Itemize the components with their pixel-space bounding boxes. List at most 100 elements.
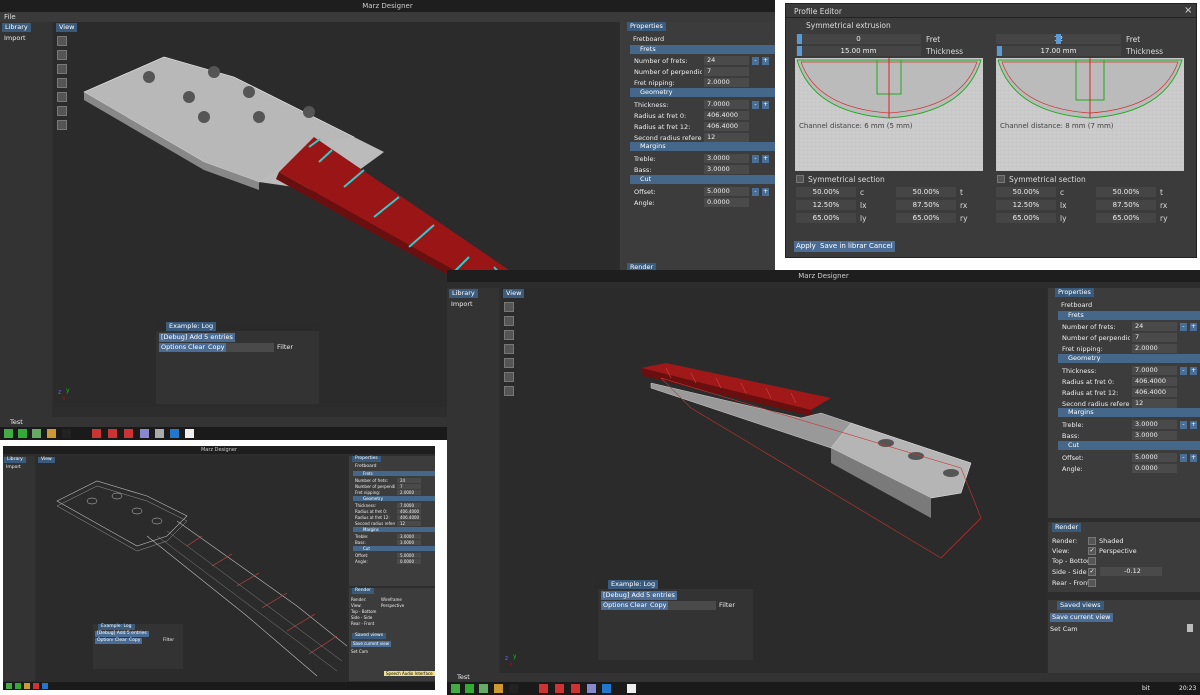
- side-side-value[interactable]: -0.12: [1100, 567, 1162, 576]
- fret-nipping-field-small[interactable]: 2.0000: [397, 490, 421, 495]
- plus-button[interactable]: +: [762, 188, 769, 196]
- log-copy-button[interactable]: Copy: [206, 343, 227, 352]
- symmetrical-section-checkbox-right[interactable]: [997, 175, 1005, 183]
- minus-button[interactable]: -: [1180, 367, 1187, 375]
- second-radius-field[interactable]: 12: [704, 133, 749, 142]
- tab-properties-small[interactable]: Properties: [352, 456, 381, 462]
- left-fret-slider[interactable]: [797, 34, 802, 44]
- tab-test-2[interactable]: Test: [457, 673, 470, 681]
- browser-icon[interactable]: [24, 683, 30, 689]
- plus-button[interactable]: +: [1190, 454, 1197, 462]
- num-frets-field-2[interactable]: 24: [1132, 322, 1177, 331]
- right-thickness-field[interactable]: 17.00 mm: [996, 46, 1121, 56]
- group-geometry-small[interactable]: Geometry: [353, 496, 435, 501]
- perspective-small[interactable]: Perspective: [381, 603, 404, 608]
- save-in-library-button[interactable]: Save in library: [818, 241, 873, 252]
- menu-file[interactable]: File: [4, 13, 16, 21]
- bass-field-2[interactable]: 3.0000: [1132, 431, 1177, 440]
- thickness-field-small[interactable]: 7.0000: [397, 503, 421, 508]
- right-profile-preview[interactable]: Channel distance: 8 mm (7 mm): [996, 58, 1184, 171]
- num-frets-field-small[interactable]: 24: [397, 478, 421, 483]
- side-side-checkbox[interactable]: ✓: [1088, 568, 1096, 576]
- offset-field-small[interactable]: 5.0000: [397, 553, 421, 558]
- plus-button[interactable]: +: [762, 155, 769, 163]
- app-icon[interactable]: [92, 429, 101, 438]
- tray-lang[interactable]: bit: [1142, 685, 1150, 692]
- plus-button[interactable]: +: [762, 101, 769, 109]
- left-profile-preview[interactable]: Channel distance: 6 mm (5 mm): [795, 58, 983, 171]
- save-current-view-button[interactable]: Save current view: [1050, 613, 1113, 622]
- radius12-field[interactable]: 406.4000: [704, 122, 749, 131]
- tab-properties-2[interactable]: Properties: [1055, 288, 1094, 297]
- app-icon[interactable]: [18, 429, 27, 438]
- radius0-field-small[interactable]: 406.4000: [397, 509, 421, 514]
- plus-button[interactable]: +: [1190, 323, 1197, 331]
- app-icon[interactable]: [33, 683, 39, 689]
- section-right-rx[interactable]: 87.50%: [1096, 200, 1156, 210]
- app-icon[interactable]: [155, 429, 164, 438]
- symmetrical-section-checkbox-left[interactable]: [796, 175, 804, 183]
- minus-button[interactable]: -: [752, 57, 759, 65]
- app-icon[interactable]: [140, 429, 149, 438]
- log-clear-button-2[interactable]: Clear: [628, 601, 649, 610]
- set-cam-small[interactable]: Set Cam: [351, 649, 368, 654]
- plus-button[interactable]: +: [762, 57, 769, 65]
- num-frets-field[interactable]: 24: [704, 56, 749, 65]
- minus-button[interactable]: -: [1180, 454, 1187, 462]
- app-icon[interactable]: [108, 429, 117, 438]
- fret-nipping-field-2[interactable]: 2.0000: [1132, 344, 1177, 353]
- fret-nipping-field[interactable]: 2.0000: [704, 78, 749, 87]
- save-current-view-button-small[interactable]: Save current view: [351, 641, 392, 647]
- section-left-c[interactable]: 50.00%: [796, 187, 856, 197]
- section-left-t[interactable]: 50.00%: [896, 187, 956, 197]
- section-right-ly[interactable]: 65.00%: [996, 213, 1056, 223]
- log-options-button-2[interactable]: Options: [601, 601, 631, 610]
- shaded-checkbox[interactable]: [1088, 537, 1096, 545]
- group-cut-small[interactable]: Cut: [353, 546, 435, 551]
- log-copy-button-2[interactable]: Copy: [648, 601, 669, 610]
- app-icon[interactable]: [124, 429, 133, 438]
- rear-front-checkbox[interactable]: [1088, 579, 1096, 587]
- library-import-small[interactable]: Import: [6, 465, 21, 470]
- second-radius-field-2[interactable]: 12: [1132, 399, 1177, 408]
- section-right-t[interactable]: 50.00%: [1096, 187, 1156, 197]
- radius0-field-2[interactable]: 406.4000: [1132, 377, 1177, 386]
- num-perp-field-small[interactable]: 7: [397, 484, 421, 489]
- app-icon[interactable]: [587, 684, 596, 693]
- treble-field-small[interactable]: 3.0000: [397, 534, 421, 539]
- group-margins-small[interactable]: Margins: [353, 527, 435, 532]
- wireframe-neck-view[interactable]: [37, 456, 347, 681]
- tab-library-2[interactable]: Library: [449, 289, 478, 298]
- section-left-lx[interactable]: 12.50%: [796, 200, 856, 210]
- bass-field[interactable]: 3.0000: [704, 165, 749, 174]
- app-icon[interactable]: [571, 684, 580, 693]
- section-left-rx[interactable]: 87.50%: [896, 200, 956, 210]
- cancel-button[interactable]: Cancel: [867, 241, 895, 252]
- log-clear-button[interactable]: Clear: [186, 343, 207, 352]
- angle-field-2[interactable]: 0.0000: [1132, 464, 1177, 473]
- num-perp-field-2[interactable]: 7: [1132, 333, 1177, 342]
- second-radius-field-small[interactable]: 12: [397, 521, 421, 526]
- group-margins[interactable]: Margins: [630, 142, 775, 151]
- vscode-icon[interactable]: [602, 684, 611, 693]
- offset-field[interactable]: 5.0000: [704, 187, 749, 196]
- minus-button[interactable]: -: [1180, 323, 1187, 331]
- thickness-field[interactable]: 7.0000: [704, 100, 749, 109]
- top-bottom-checkbox[interactable]: [1088, 557, 1096, 565]
- tab-saved-views-small[interactable]: Saved views: [352, 633, 387, 639]
- tab-render-2[interactable]: Render: [1052, 523, 1082, 532]
- app-icon[interactable]: [555, 684, 564, 693]
- log-copy-button-small[interactable]: Copy: [127, 638, 143, 644]
- app-icon[interactable]: [539, 684, 548, 693]
- app-icon[interactable]: [465, 684, 474, 693]
- folder-icon[interactable]: [32, 429, 41, 438]
- minus-button[interactable]: -: [752, 101, 759, 109]
- app-icon[interactable]: [6, 683, 12, 689]
- group-cut[interactable]: Cut: [630, 175, 775, 184]
- section-left-ry[interactable]: 65.00%: [896, 213, 956, 223]
- folder-icon[interactable]: [479, 684, 488, 693]
- section-right-ry[interactable]: 65.00%: [1096, 213, 1156, 223]
- browser-icon[interactable]: [47, 429, 56, 438]
- thickness-field-2[interactable]: 7.0000: [1132, 366, 1177, 375]
- treble-field[interactable]: 3.0000: [704, 154, 749, 163]
